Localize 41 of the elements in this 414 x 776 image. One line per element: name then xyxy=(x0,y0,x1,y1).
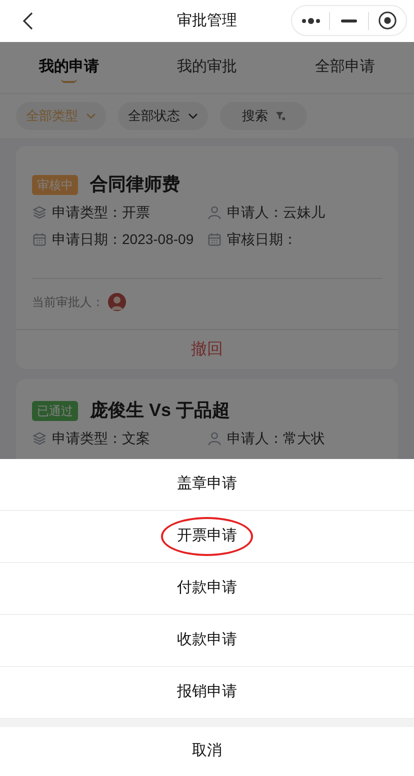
field-text: 申请日期：2023-08-09 xyxy=(52,230,194,249)
user-icon xyxy=(207,205,222,220)
field-text: 申请类型：文案 xyxy=(52,429,150,448)
layers-icon xyxy=(32,431,47,446)
filter-icon xyxy=(276,112,285,120)
avatar-icon xyxy=(108,293,126,311)
withdraw-button[interactable]: 撤回 xyxy=(191,338,223,362)
approver-label: 当前审批人： xyxy=(32,294,104,311)
tab-indicator xyxy=(61,79,77,83)
application-card[interactable]: 审核中 合同律师费 申请类型：开票 申请人：云妹儿 申请日期：2023-08-09 审核日期： 当前审批人： 撤回 xyxy=(16,146,398,369)
capsule-menu[interactable] xyxy=(291,5,407,36)
sheet-option[interactable]: 开票申请 xyxy=(161,517,253,556)
layers-icon xyxy=(32,205,47,220)
calendar-icon xyxy=(207,232,222,247)
field-text: 申请人：常大状 xyxy=(227,429,325,448)
chevron-down-icon xyxy=(86,113,96,119)
sheet-option[interactable]: 收款申请 xyxy=(167,623,247,658)
more-icon[interactable] xyxy=(300,18,321,24)
tab[interactable]: 全部申请 xyxy=(276,42,414,93)
card-title: 庞俊生 Vs 于品超 xyxy=(90,399,230,422)
chevron-down-icon xyxy=(188,113,198,119)
tab[interactable]: 我的申请 xyxy=(0,42,138,93)
sheet-option[interactable]: 报销申请 xyxy=(167,675,247,710)
field-text: 申请类型：开票 xyxy=(52,203,150,222)
status-tag: 审核中 xyxy=(32,174,78,194)
page-title: 审批管理 xyxy=(177,10,237,31)
field-text: 审核日期： xyxy=(227,230,297,249)
field-text: 申请人：云妹儿 xyxy=(227,203,325,222)
close-icon[interactable] xyxy=(378,11,397,30)
sheet-option[interactable]: 付款申请 xyxy=(167,571,247,606)
card-title: 合同律师费 xyxy=(90,173,180,196)
filter-chip[interactable]: 全部状态 xyxy=(118,102,208,130)
minimize-icon[interactable] xyxy=(340,18,357,22)
calendar-icon xyxy=(32,232,47,247)
tab[interactable]: 我的审批 xyxy=(138,42,276,93)
user-icon xyxy=(207,431,222,446)
filter-chip[interactable]: 搜索 xyxy=(220,102,307,130)
sheet-option[interactable]: 盖章申请 xyxy=(167,467,247,502)
back-icon[interactable] xyxy=(22,11,34,31)
cancel-button[interactable]: 取消 xyxy=(192,740,222,763)
status-tag: 已通过 xyxy=(32,400,78,420)
